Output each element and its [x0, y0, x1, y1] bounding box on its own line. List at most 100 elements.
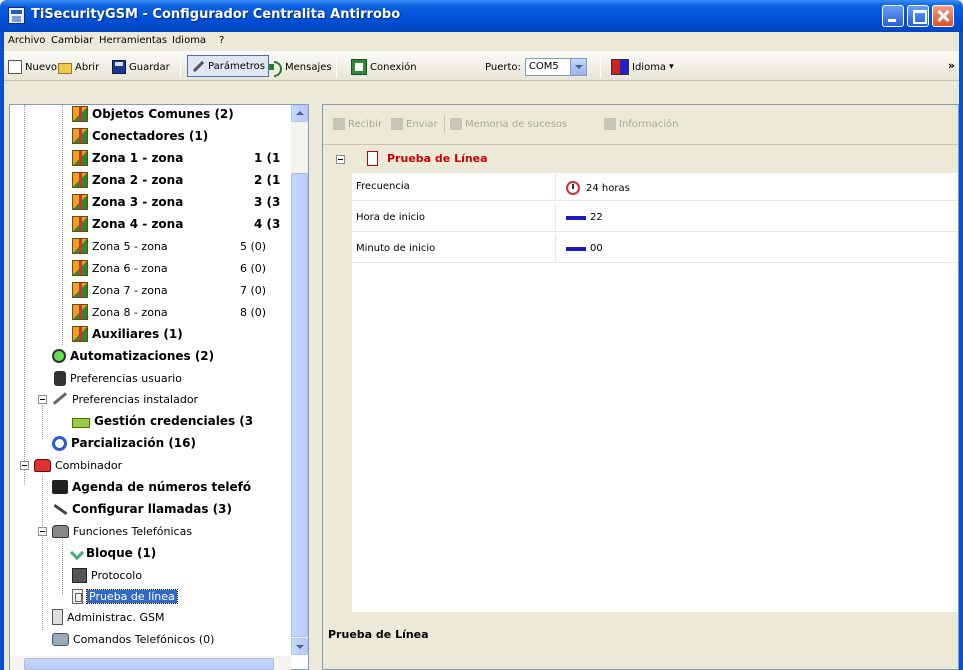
tree-item-automatizaciones[interactable]: Automatizaciones (2) — [52, 347, 214, 365]
partition-icon — [52, 435, 67, 451]
zone-icon — [72, 326, 88, 342]
property-row-hora-inicio[interactable]: Hora de inicio 22 — [352, 204, 958, 232]
menu-archivo[interactable]: Archivo — [8, 35, 45, 46]
minimize-button[interactable] — [882, 5, 904, 27]
tree-item-preferencias-usuario[interactable]: Preferencias usuario — [52, 369, 182, 387]
scroll-thumb[interactable] — [291, 173, 308, 637]
tree-vertical-scrollbar[interactable] — [291, 105, 308, 655]
tree-item-zona-4[interactable]: Zona 4 - zona 4 (3 — [72, 215, 302, 233]
collapse-icon[interactable] — [38, 527, 47, 536]
tree-item-agenda[interactable]: Agenda de números telefó — [52, 478, 251, 496]
tree-item-configurar-llamadas[interactable]: Configurar llamadas (3) — [52, 500, 232, 518]
toolbar-separator — [180, 56, 181, 78]
tree-line — [24, 105, 25, 485]
language-flag-icon — [611, 59, 629, 75]
bar-icon — [566, 246, 586, 251]
tool-icon — [52, 501, 68, 517]
new-document-icon — [8, 60, 22, 74]
tree-item-zona-2[interactable]: Zona 2 - zona 2 (1 — [72, 171, 302, 189]
tree-line — [42, 405, 43, 439]
scroll-down-icon[interactable] — [291, 638, 308, 655]
property-value[interactable]: 00 — [566, 243, 603, 254]
collapse-icon[interactable] — [20, 461, 29, 470]
conexion-label: Conexión — [370, 61, 417, 73]
bar-icon — [566, 215, 586, 220]
nuevo-label: Nuevo — [25, 61, 58, 73]
tree-item-zona-8[interactable]: Zona 8 - zona 8 (0) — [72, 303, 302, 321]
tree-item-conectadores[interactable]: Conectadores (1) — [72, 127, 208, 145]
toolbar-overflow-icon[interactable]: » — [948, 59, 955, 72]
puerto-combo[interactable]: COM5 — [524, 58, 587, 76]
speaker-icon — [268, 60, 282, 77]
send-icon — [391, 118, 403, 130]
app-icon — [8, 7, 25, 24]
scroll-up-icon[interactable] — [291, 105, 308, 122]
clock-icon — [566, 181, 580, 195]
tree-item-administrac-gsm[interactable]: Administrac. GSM — [52, 608, 164, 626]
property-value[interactable]: 22 — [566, 212, 603, 223]
recibir-label: Recibir — [348, 118, 383, 130]
property-value-text: 24 horas — [586, 182, 630, 194]
tree-item-prueba-de-linea[interactable]: Prueba de línea — [72, 587, 178, 605]
chevron-down-icon[interactable] — [569, 59, 586, 75]
menu-cambiar[interactable]: Cambiar — [51, 35, 93, 46]
tree-item-parcializacion[interactable]: Parcialización (16) — [52, 434, 196, 452]
zone-icon — [72, 172, 88, 188]
memoria-label: Memoria de sucesos — [465, 118, 568, 130]
menu-help[interactable]: ? — [219, 35, 224, 46]
menu-bar: Archivo Cambiar Herramientas Idioma ? — [4, 32, 959, 50]
property-value-text: 22 — [590, 212, 603, 223]
tree-item-zona-5[interactable]: Zona 5 - zona 5 (0) — [72, 237, 302, 255]
puerto-value: COM5 — [528, 61, 559, 72]
menu-herramientas[interactable]: Herramientas — [99, 35, 167, 46]
category-label: Prueba de Línea — [387, 152, 488, 165]
tree-item-zona-1[interactable]: Zona 1 - zona 1 (1 — [72, 149, 302, 167]
recibir-button[interactable]: Recibir — [333, 118, 382, 130]
guardar-button[interactable]: Guardar — [112, 57, 170, 77]
line-test-icon — [367, 151, 378, 166]
informacion-label: Información — [619, 118, 679, 130]
tree-item-zona-6[interactable]: Zona 6 - zona 6 (0) — [72, 259, 302, 277]
idioma-button[interactable]: Idioma ▾ — [611, 57, 674, 77]
phone-icon — [34, 458, 51, 472]
tree-item-preferencias-instalador[interactable]: Preferencias instalador — [52, 390, 198, 408]
tree-line — [42, 475, 43, 630]
collapse-icon[interactable] — [38, 395, 47, 404]
toolbar-separator — [600, 56, 601, 78]
enviar-button[interactable]: Enviar — [391, 118, 438, 130]
nuevo-button[interactable]: Nuevo — [8, 57, 57, 77]
zone-icon — [72, 216, 88, 232]
title-bar[interactable]: TiSecurityGSM - Configurador Centralita … — [0, 0, 963, 32]
maximize-button[interactable] — [907, 5, 929, 27]
menu-idioma[interactable]: Idioma — [172, 35, 206, 46]
informacion-button[interactable]: Información — [604, 118, 678, 130]
tree-horizontal-scrollbar[interactable] — [10, 656, 291, 670]
gsm-icon — [52, 609, 63, 625]
abrir-button[interactable]: Abrir — [58, 57, 99, 77]
line-test-icon — [72, 588, 83, 604]
tree-item-zona-3[interactable]: Zona 3 - zona 3 (3 — [72, 193, 302, 211]
property-value[interactable]: 24 horas — [566, 181, 630, 195]
tree-item-protocolo[interactable]: Protocolo — [72, 566, 142, 584]
config-tree[interactable]: Objetos Comunes (2) Conectadores (1) Zon… — [9, 104, 309, 670]
tree-item-zona-7[interactable]: Zona 7 - zona 7 (0) — [72, 281, 302, 299]
property-row-frecuencia[interactable]: Frecuencia 24 horas — [352, 173, 958, 201]
mensajes-button[interactable]: Mensajes — [268, 57, 332, 77]
tree-item-auxiliares[interactable]: Auxiliares (1) — [72, 325, 183, 343]
tree-item-gestion-credenciales[interactable]: Gestión credenciales (3 — [72, 412, 253, 430]
scroll-thumb[interactable] — [24, 658, 274, 670]
guardar-label: Guardar — [129, 61, 170, 73]
category-row[interactable]: Prueba de Línea — [323, 145, 958, 173]
property-row-minuto-inicio[interactable]: Minuto de inicio 00 — [352, 235, 958, 263]
memoria-sucesos-button[interactable]: Memoria de sucesos — [450, 118, 567, 130]
tree-item-comandos-telefonicos[interactable]: Comandos Telefónicos (0) — [52, 630, 214, 648]
tree-item-bloque[interactable]: Bloque (1) — [69, 544, 156, 562]
tree-item-combinador[interactable]: Combinador — [34, 456, 122, 474]
close-button[interactable] — [932, 5, 954, 27]
collapse-icon[interactable] — [336, 155, 345, 164]
parametros-button[interactable]: Parámetros — [187, 55, 269, 77]
conexion-button[interactable]: Conexión — [351, 57, 417, 77]
tree-item-objetos-comunes[interactable]: Objetos Comunes (2) — [72, 105, 234, 123]
zone-icon — [72, 282, 88, 298]
tree-item-funciones-telefonicas[interactable]: Funciones Telefónicas — [52, 522, 192, 540]
